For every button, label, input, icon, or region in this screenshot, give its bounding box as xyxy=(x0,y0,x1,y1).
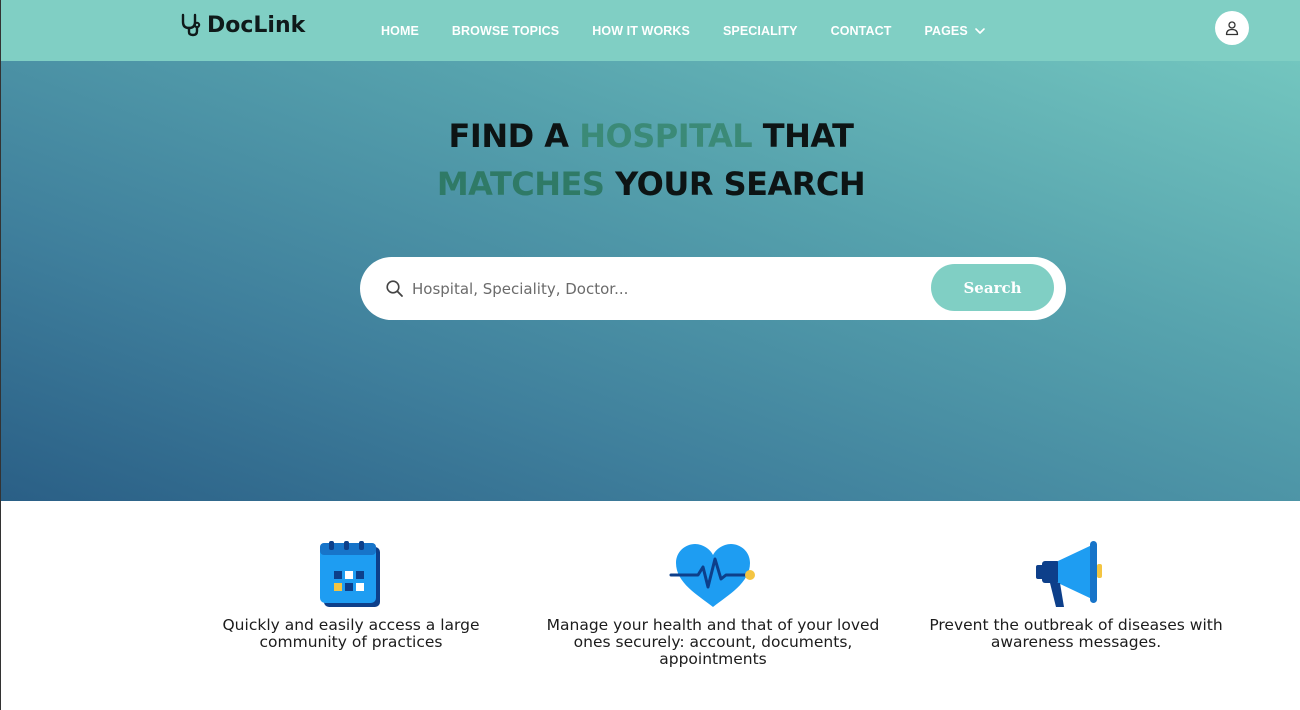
nav-contact[interactable]: CONTACT xyxy=(831,24,892,38)
feature-practices: Quickly and easily access a large commun… xyxy=(181,541,521,651)
stethoscope-icon xyxy=(181,13,201,37)
megaphone-icon xyxy=(1036,541,1102,607)
nav-home-label: HOME xyxy=(381,23,419,38)
user-icon xyxy=(1225,21,1239,36)
navbar: DocLink HOME BROWSE TOPICS HOW IT WORKS … xyxy=(1,0,1300,61)
hero-section: FIND A HOSPITAL THAT MATCHES YOUR SEARCH… xyxy=(1,61,1300,501)
search-icon xyxy=(386,280,403,297)
brand-name: DocLink xyxy=(207,12,306,38)
search-bar: Search xyxy=(360,257,1066,320)
hero-title: FIND A HOSPITAL THAT MATCHES YOUR SEARCH xyxy=(1,112,1300,208)
nav-contact-label: CONTACT xyxy=(830,23,892,38)
calendar-icon xyxy=(320,541,380,607)
feature-manage-health-text: Manage your health and that of your love… xyxy=(546,616,880,668)
hero-title-text: YOUR SEARCH xyxy=(604,165,866,203)
nav-speciality-label: SPECIALITY xyxy=(722,23,798,38)
nav-pages-label: PAGES xyxy=(924,23,968,38)
feature-prevention: Prevent the outbreak of diseases with aw… xyxy=(906,541,1246,651)
heart-pulse-icon xyxy=(669,543,755,607)
nav-pages-dropdown[interactable]: PAGES xyxy=(924,24,985,38)
hero-title-accent: HOSPITAL xyxy=(579,117,753,155)
search-button[interactable]: Search xyxy=(931,264,1054,311)
feature-practices-text: Quickly and easily access a large commun… xyxy=(222,616,480,651)
chevron-down-icon xyxy=(975,27,985,34)
nav-browse-topics-label: BROWSE TOPICS xyxy=(451,23,560,38)
nav-menu: HOME BROWSE TOPICS HOW IT WORKS SPECIALI… xyxy=(381,0,1019,61)
hero-title-accent: MATCHES xyxy=(436,165,605,203)
hero-title-line1: FIND A HOSPITAL THAT xyxy=(1,112,1300,160)
nav-browse-topics[interactable]: BROWSE TOPICS xyxy=(452,24,559,38)
search-input[interactable] xyxy=(412,275,912,303)
hero-title-text: THAT xyxy=(752,117,854,155)
user-account-button[interactable] xyxy=(1215,11,1249,45)
nav-how-it-works[interactable]: HOW IT WORKS xyxy=(592,24,690,38)
nav-home[interactable]: HOME xyxy=(381,24,419,38)
hero-title-text: FIND A xyxy=(448,117,580,155)
feature-prevention-text: Prevent the outbreak of diseases with aw… xyxy=(929,616,1223,651)
nav-speciality[interactable]: SPECIALITY xyxy=(723,24,798,38)
feature-manage-health: Manage your health and that of your love… xyxy=(543,541,883,668)
brand-logo[interactable]: DocLink xyxy=(179,12,305,38)
hero-title-line2: MATCHES YOUR SEARCH xyxy=(1,160,1300,208)
nav-how-it-works-label: HOW IT WORKS xyxy=(592,23,690,38)
features-section: Quickly and easily access a large commun… xyxy=(1,501,1300,710)
